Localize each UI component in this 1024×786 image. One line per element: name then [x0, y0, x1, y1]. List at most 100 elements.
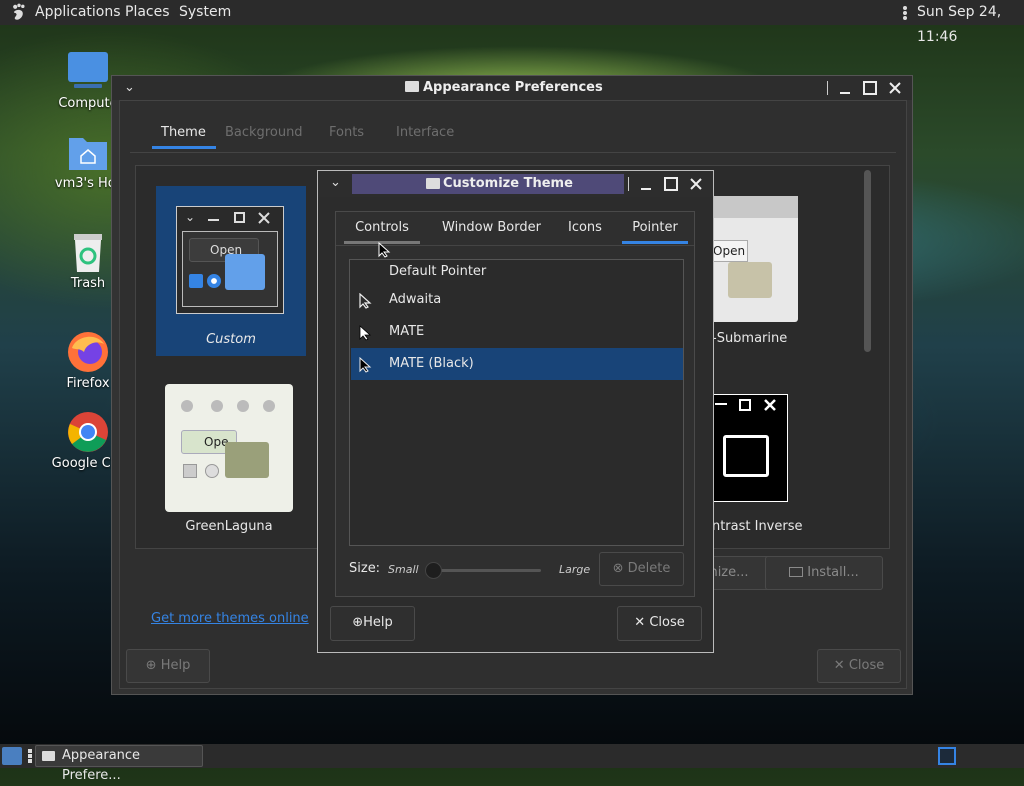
size-label: Size:: [349, 561, 381, 576]
theme-preview: ⌄ Open: [176, 206, 284, 314]
pointer-item-adwaita[interactable]: Adwaita: [351, 284, 683, 316]
tab-pointer[interactable]: Pointer: [622, 212, 688, 244]
taskbar-task-appearance[interactable]: Appearance Prefere...: [35, 745, 203, 783]
preview-radio-icon: [207, 274, 221, 288]
install-button[interactable]: Install...: [765, 556, 883, 590]
pointer-item-mate-black[interactable]: MATE (Black): [351, 348, 683, 380]
preview-client: Open: [182, 231, 278, 307]
help-label: Help: [363, 615, 393, 630]
pointer-label: Default Pointer: [389, 264, 487, 279]
window-menu-chevron-icon[interactable]: ⌄: [124, 80, 135, 95]
preview-folder-icon: [728, 262, 772, 298]
delete-button[interactable]: ⊗ Delete: [599, 552, 684, 586]
pointer-item-default[interactable]: Default Pointer: [351, 260, 683, 284]
preview-dot-icon: [181, 400, 193, 412]
workspace-switcher-icon[interactable]: [938, 747, 956, 765]
maximize-button[interactable]: [662, 175, 680, 193]
theme-item-contrast-inverse[interactable]: [704, 394, 788, 502]
preview-checkbox-icon: [183, 464, 197, 478]
minimize-button[interactable]: [836, 79, 854, 97]
preview-dot-icon: [263, 400, 275, 412]
preview-maximize-icon: [234, 212, 245, 223]
computer-icon: [68, 52, 108, 88]
pointer-list: Default Pointer Adwaita MATE MATE (Black…: [349, 259, 684, 546]
customize-label: nize...: [709, 565, 749, 580]
pointer-label: MATE (Black): [389, 356, 474, 371]
close-x-icon: ✕: [634, 615, 646, 630]
firefox-icon: [68, 332, 108, 372]
preview-folder-icon: [225, 254, 265, 290]
close-button[interactable]: [687, 175, 705, 193]
window-app-icon: [42, 751, 55, 761]
chrome-icon: [68, 412, 108, 452]
show-desktop-icon[interactable]: [2, 747, 22, 765]
preview-chevron-icon: ⌄: [185, 210, 196, 224]
menu-places[interactable]: Places: [125, 0, 170, 25]
window-app-icon: [426, 178, 440, 189]
theme-item-submarine[interactable]: Open: [704, 196, 798, 322]
delete-icon: ⊗: [612, 561, 624, 576]
delete-label: Delete: [627, 561, 671, 576]
menu-system[interactable]: System: [179, 0, 231, 25]
help-lifebuoy-icon: ⊕: [352, 615, 364, 630]
customize-title: Customize Theme: [443, 176, 573, 191]
tab-theme[interactable]: Theme: [152, 117, 216, 149]
window-app-icon: [405, 81, 419, 92]
folder-icon: [789, 567, 804, 577]
theme-grid-scrollbar[interactable]: [864, 170, 871, 352]
pointer-outline-icon: [359, 293, 372, 309]
task-label: Appearance Prefere...: [62, 748, 141, 783]
tab-window-border[interactable]: Window Border: [442, 212, 541, 244]
preview-folder-icon: [723, 435, 769, 477]
minimize-button[interactable]: [637, 175, 655, 193]
kebab-icon[interactable]: [903, 6, 907, 20]
preview-dot-icon: [211, 400, 223, 412]
tab-interface[interactable]: Interface: [396, 117, 454, 149]
kebab-icon[interactable]: [28, 749, 32, 763]
theme-name: ontrast Inverse: [704, 519, 803, 534]
tab-background[interactable]: Background: [225, 117, 303, 149]
theme-item-greenlaguna[interactable]: Ope: [165, 384, 293, 512]
menu-applications[interactable]: Applications: [35, 0, 121, 25]
clock[interactable]: Sun Sep 24, 11:46: [917, 0, 1024, 45]
customize-titlebar[interactable]: ⌄ Customize Theme: [318, 171, 713, 197]
close-button[interactable]: [886, 79, 904, 97]
customize-close-button[interactable]: ✕ Close: [617, 606, 702, 641]
appearance-titlebar[interactable]: ⌄ Appearance Preferences: [112, 76, 912, 100]
size-slider-handle[interactable]: [425, 562, 442, 579]
home-folder-icon: [69, 138, 107, 170]
customize-help-button[interactable]: ⊕Help: [330, 606, 415, 641]
preview-dot-icon: [237, 400, 249, 412]
appearance-close-button[interactable]: ✕ Close: [817, 649, 901, 683]
appearance-help-button[interactable]: ⊕ Help: [126, 649, 210, 683]
help-label: Help: [160, 658, 191, 673]
preview-close-icon: [764, 399, 776, 411]
preview-minimize-icon: [208, 219, 219, 221]
maximize-button[interactable]: [861, 79, 879, 97]
pointer-black-icon: [359, 357, 372, 373]
titlebar-separator: [628, 177, 629, 191]
preview-open-button: Open: [708, 240, 748, 262]
get-more-themes-link[interactable]: Get more themes online: [151, 611, 309, 626]
titlebar-separator: [827, 81, 828, 95]
top-panel: Applications Places System Sun Sep 24, 1…: [0, 0, 1024, 45]
pointer-item-mate[interactable]: MATE: [351, 316, 683, 348]
preview-folder-icon: [225, 442, 269, 478]
bottom-taskbar: Appearance Prefere...: [0, 744, 1024, 783]
pointer-white-icon: [359, 325, 372, 341]
theme-name: GreenLaguna: [185, 519, 273, 534]
window-menu-chevron-icon[interactable]: ⌄: [330, 175, 341, 190]
appearance-tabbar: Theme Background Fonts Interface: [130, 117, 896, 153]
theme-item-custom[interactable]: ⌄ Open Custom: [156, 186, 306, 356]
gnome-foot-icon[interactable]: [9, 3, 29, 22]
tab-fonts[interactable]: Fonts: [329, 117, 364, 149]
help-lifebuoy-icon: ⊕: [145, 658, 157, 673]
size-slider[interactable]: [426, 569, 541, 572]
preview-close-icon: [258, 212, 270, 224]
tab-icons[interactable]: Icons: [568, 212, 602, 244]
preview-checkbox-icon: [189, 274, 203, 288]
close-label: Close: [649, 615, 685, 630]
customize-notebook: Controls Window Border Icons Pointer Def…: [335, 211, 695, 597]
pointer-label: Adwaita: [389, 292, 442, 307]
theme-name: Custom: [206, 332, 256, 347]
